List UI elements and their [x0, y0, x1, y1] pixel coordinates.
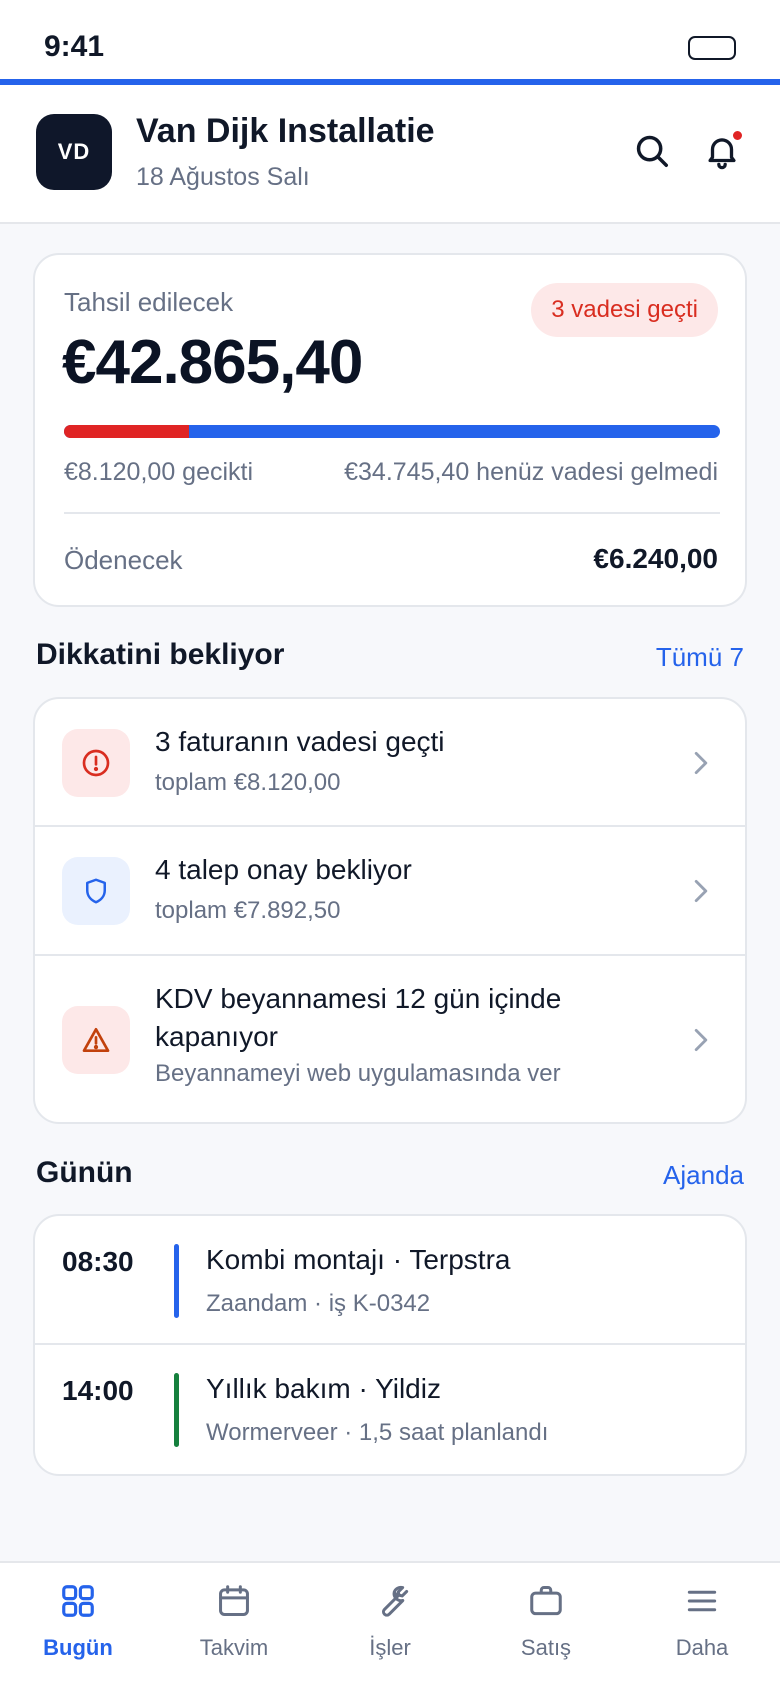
nav-sales[interactable]: Satış: [468, 1581, 624, 1681]
chevron-right-icon: [691, 749, 711, 777]
schedule-time: 08:30: [62, 1246, 134, 1277]
status-bar: 9:41: [0, 0, 780, 80]
calendar-icon: [214, 1581, 254, 1621]
nav-jobs[interactable]: İşler: [312, 1581, 468, 1681]
attention-item-vat[interactable]: KDV beyannamesi 12 gün içinde kapanıyor …: [35, 956, 745, 1122]
today-schedule-list: 08:30 Kombi montajı · Terpstra Zaandam ·…: [33, 1214, 747, 1476]
attention-see-all-link[interactable]: Tümü 7: [656, 642, 744, 673]
attention-list: 3 faturanın vadesi geçti toplam €8.120,0…: [33, 697, 747, 1124]
schedule-item[interactable]: 14:00 Yıllık bakım · Yildiz Wormerveer ·…: [35, 1345, 745, 1474]
schedule-title: Kombi montajı · Terpstra: [206, 1244, 511, 1275]
search-icon: [636, 135, 668, 167]
nav-label: İşler: [369, 1635, 411, 1660]
battery-icon: [688, 36, 736, 60]
nav-label: Bugün: [43, 1635, 113, 1660]
schedule-color-strip: [174, 1244, 179, 1318]
overdue-amount-text: €8.120,00 gecikti: [64, 458, 254, 486]
overdue-badge[interactable]: 3 vadesi geçti: [531, 283, 718, 337]
schedule-item[interactable]: 08:30 Kombi montajı · Terpstra Zaandam ·…: [35, 1216, 745, 1345]
warning-triangle-icon: [62, 1006, 130, 1074]
attention-item-overdue[interactable]: 3 faturanın vadesi geçti toplam €8.120,0…: [35, 699, 745, 827]
chevron-right-icon: [691, 877, 711, 905]
overdue-fill: [64, 425, 189, 438]
payable-label: Ödenecek: [64, 545, 183, 575]
briefcase-icon: [526, 1581, 566, 1621]
receivables-card[interactable]: Tahsil edilecek €42.865,40 3 vadesi geçt…: [33, 253, 747, 607]
attention-item-title: KDV beyannamesi 12 gün içinde kapanıyor: [155, 983, 562, 1052]
not-due-amount-text: €34.745,40 henüz vadesi gelmedi: [344, 458, 718, 486]
schedule-subtitle: Wormerveer · 1,5 saat planlandı: [206, 1419, 549, 1446]
receivables-amount: €42.865,40: [62, 328, 363, 397]
attention-item-subtitle: Beyannameyi web uygulamasında ver: [155, 1060, 561, 1087]
attention-item-subtitle: toplam €8.120,00: [155, 769, 341, 796]
attention-item-title: 4 talep onay bekliyor: [155, 854, 412, 885]
alert-circle-icon: [62, 729, 130, 797]
nav-label: Takvim: [199, 1635, 269, 1660]
attention-section-title: Dikkatini bekliyor: [36, 638, 285, 671]
divider: [64, 512, 720, 514]
payable-amount: €6.240,00: [593, 543, 718, 574]
wrench-icon: [370, 1581, 410, 1621]
search-button[interactable]: [630, 129, 674, 173]
schedule-subtitle: Zaandam · iş K-0342: [206, 1290, 431, 1317]
receivables-label: Tahsil edilecek: [64, 287, 234, 317]
bottom-navigation: Bugün Takvim İşler Satış Daha: [0, 1561, 780, 1688]
company-avatar[interactable]: VD: [36, 114, 112, 190]
app-header: VD Van Dijk Installatie 18 Ağustos Salı: [0, 85, 780, 224]
status-time: 9:41: [44, 30, 105, 63]
schedule-color-strip: [174, 1373, 179, 1447]
nav-today[interactable]: Bugün: [0, 1581, 156, 1681]
attention-item-approvals[interactable]: 4 talep onay bekliyor toplam €7.892,50: [35, 827, 745, 956]
today-section-title: Günün: [36, 1156, 133, 1189]
shield-icon: [62, 857, 130, 925]
attention-item-title: 3 faturanın vadesi geçti: [155, 726, 445, 757]
chevron-right-icon: [691, 1026, 711, 1054]
nav-label: Daha: [675, 1635, 729, 1660]
current-date: 18 Ağustos Salı: [136, 163, 310, 191]
nav-label: Satış: [520, 1635, 572, 1660]
schedule-title: Yıllık bakım · Yildiz: [206, 1373, 441, 1404]
nav-more[interactable]: Daha: [624, 1581, 780, 1681]
attention-item-subtitle: toplam €7.892,50: [155, 897, 341, 924]
notification-dot: [731, 129, 744, 142]
grid-icon: [58, 1581, 98, 1621]
menu-icon: [682, 1581, 722, 1621]
receivables-progress-bar: [64, 425, 720, 438]
agenda-link[interactable]: Ajanda: [663, 1160, 744, 1191]
company-name: Van Dijk Installatie: [136, 112, 435, 150]
notifications-button[interactable]: [700, 129, 744, 173]
nav-calendar[interactable]: Takvim: [156, 1581, 312, 1681]
schedule-time: 14:00: [62, 1375, 134, 1406]
